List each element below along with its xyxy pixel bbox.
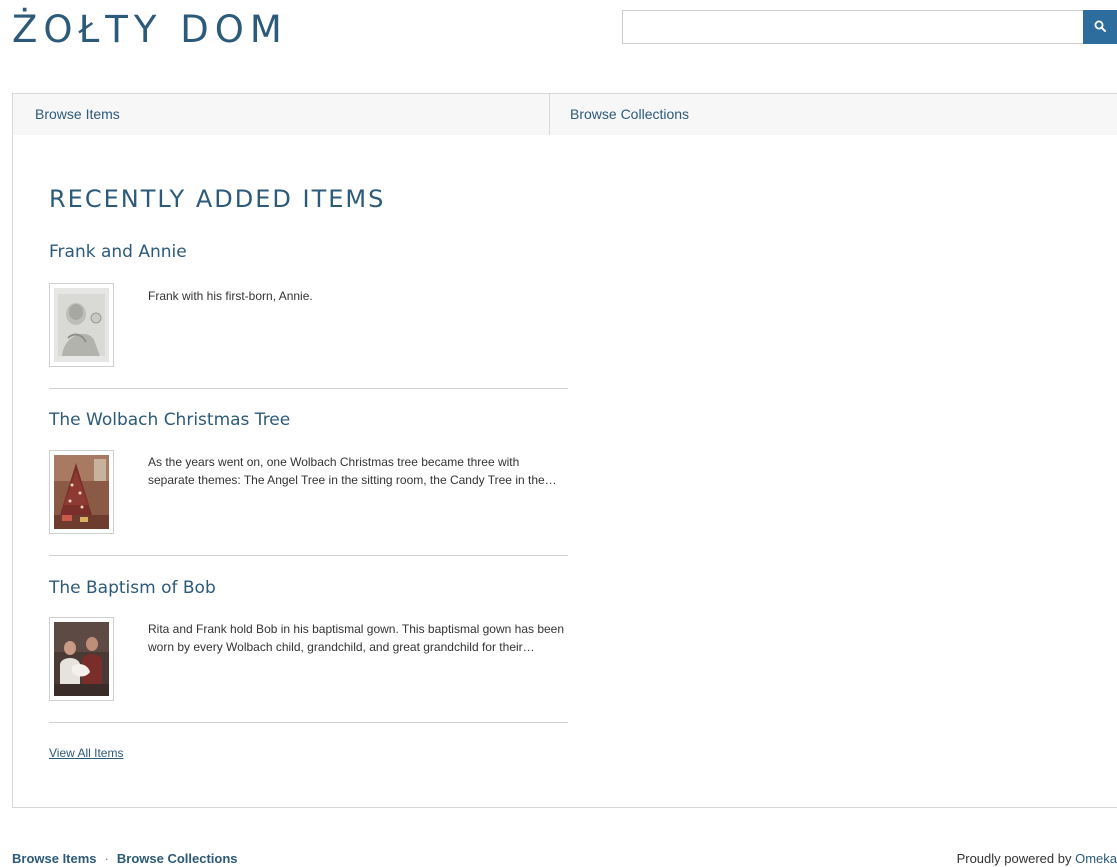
omeka-link[interactable]: Omeka xyxy=(1075,851,1117,866)
site-title[interactable]: ŻOŁTY DOM xyxy=(12,6,288,54)
page: ŻOŁTY DOM Browse Items Browse Collection… xyxy=(0,0,1117,867)
search-icon xyxy=(1094,20,1106,35)
search-input[interactable] xyxy=(622,10,1083,44)
footer-nav: Browse Items · Browse Collections xyxy=(12,851,238,866)
item-divider xyxy=(49,388,568,389)
view-all-items-link[interactable]: View All Items xyxy=(49,746,123,760)
black-and-white-photo-thumbnail[interactable] xyxy=(49,283,114,367)
main-nav: Browse Items Browse Collections xyxy=(12,93,1117,136)
credit-prefix: Proudly powered by xyxy=(956,851,1072,866)
christmas-tree-photo-thumbnail[interactable] xyxy=(49,450,114,534)
item-baptism-of-bob: The Baptism of Bob xyxy=(49,578,568,598)
baptism-photo-thumbnail[interactable] xyxy=(49,617,114,701)
item-divider xyxy=(49,555,568,556)
item-frank-and-annie: Frank and Annie xyxy=(49,242,568,262)
item-description: Rita and Frank hold Bob in his baptismal… xyxy=(148,622,565,654)
search-form xyxy=(622,10,1117,44)
item-description: As the years went on, one Wolbach Christ… xyxy=(148,455,557,487)
footer-browse-items[interactable]: Browse Items xyxy=(12,851,97,866)
nav-browse-collections[interactable]: Browse Collections xyxy=(550,94,689,135)
item-wolbach-christmas-tree: The Wolbach Christmas Tree xyxy=(49,410,568,430)
main-content: RECENTLY ADDED ITEMS Frank and Annie Fra… xyxy=(12,135,1117,808)
nav-browse-items[interactable]: Browse Items xyxy=(13,94,550,135)
recently-added-heading: RECENTLY ADDED ITEMS xyxy=(49,185,386,213)
item-description: Frank with his first-born, Annie. xyxy=(148,289,313,303)
search-button[interactable] xyxy=(1083,10,1117,44)
footer-separator: · xyxy=(104,851,109,866)
item-title[interactable]: The Baptism of Bob xyxy=(49,578,568,598)
item-title[interactable]: Frank and Annie xyxy=(49,242,568,262)
footer-browse-collections[interactable]: Browse Collections xyxy=(117,851,238,866)
item-title[interactable]: The Wolbach Christmas Tree xyxy=(49,410,568,430)
footer-credit: Proudly powered by Omeka xyxy=(957,851,1117,866)
item-divider xyxy=(49,722,568,723)
